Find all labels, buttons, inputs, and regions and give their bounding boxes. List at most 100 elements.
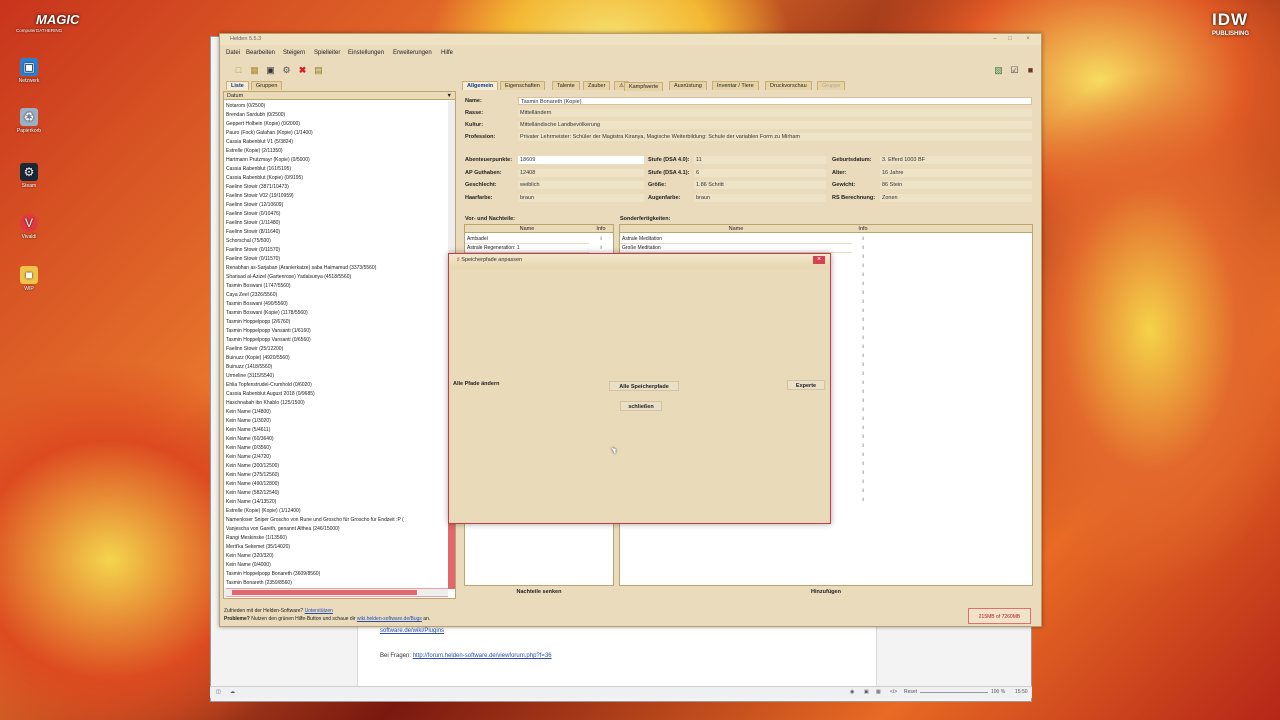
desktop-icon-network[interactable]: ▣ Netzwerk [12, 58, 46, 84]
info-icon[interactable]: i [859, 262, 867, 271]
memory-indicator[interactable]: 215MB of 7260MB [968, 608, 1031, 624]
list-header[interactable]: Datum ▼ [224, 92, 455, 100]
list-item[interactable]: Haschnabah ibn Khablo (125/1500) [226, 399, 305, 408]
list-item[interactable]: Urmeline (3115/5540) [226, 372, 274, 381]
menu-einstellungen[interactable]: Einstellungen [348, 50, 384, 56]
info-icon[interactable]: i [859, 442, 867, 451]
info-icon[interactable]: i [859, 460, 867, 469]
tab-allgemein[interactable]: Allgemein [462, 81, 499, 90]
list-item[interactable]: Tasmin Hoppelpopp Vansanti (1/6160) [226, 327, 311, 336]
list-item[interactable]: Cassia Rabenblut V1 (5/3824) [226, 138, 293, 147]
zoom-slider[interactable] [920, 692, 988, 693]
info-icon[interactable]: i [597, 235, 605, 244]
info-icon[interactable]: i [859, 253, 867, 262]
list-item[interactable]: Rangi Meskinske (1/13560) [226, 534, 287, 543]
list-item[interactable]: Faelinn Stowir (0/10476) [226, 210, 280, 219]
list-item[interactable]: Notarom (0/2500) [226, 102, 265, 111]
info-icon[interactable]: i [597, 244, 605, 253]
list-item[interactable]: Kein Name (5/4611) [226, 426, 270, 435]
menu-datei[interactable]: Datei [226, 50, 240, 56]
plugin-icon[interactable]: ▧ [993, 65, 1004, 76]
list-item[interactable]: Kein Name (375/12560) [226, 471, 279, 480]
info-icon[interactable]: i [859, 352, 867, 361]
info-icon[interactable]: i [859, 271, 867, 280]
list-item[interactable]: Brendan Sardubh (0/2500) [226, 111, 285, 120]
vn-col-name[interactable]: Name [465, 225, 589, 233]
info-icon[interactable]: i [859, 280, 867, 289]
vn-col-info[interactable]: Info [589, 225, 613, 233]
hinzufuegen-button[interactable]: Hinzufügen [619, 587, 1033, 598]
list-item[interactable]: Merit'ka Sekemet (35/14020) [226, 543, 290, 552]
schliessen-button[interactable]: schließen [620, 401, 662, 411]
info-icon[interactable]: i [859, 496, 867, 505]
list-item[interactable]: Kein Name (0/3560) [226, 444, 271, 453]
code-icon[interactable]: </> [890, 689, 897, 695]
tab-gruppe[interactable]: Gruppe [817, 81, 846, 90]
info-icon[interactable]: i [859, 289, 867, 298]
maximize-button[interactable]: □ [1005, 36, 1015, 43]
tools-icon[interactable]: ⚙ [281, 65, 292, 76]
nachteile-senken-button[interactable]: Nachteile senken [464, 587, 614, 598]
print-icon[interactable]: ▤ [313, 65, 324, 76]
list-item[interactable]: Tasmin Hoppelpopp (2/6760) [226, 318, 290, 327]
support-link[interactable]: Unterstützen [305, 608, 333, 614]
alle-speicherpfade-button[interactable]: Alle Speicherpfade [609, 381, 679, 391]
menu-erweiterungen[interactable]: Erweiterungen [393, 50, 432, 56]
list-item[interactable]: Estrelle (Kopie) (Kopie) (1/12400) [226, 507, 300, 516]
tab-ausruestung[interactable]: Ausrüstung [669, 81, 707, 90]
desktop-icon-steam[interactable]: ⚙ Steam [12, 163, 46, 189]
tab-kampfwerte[interactable]: ⚠ Kampfwerte [614, 81, 664, 91]
list-item[interactable]: Faelinn Stowir (8/11640) [226, 228, 280, 237]
experte-button[interactable]: Experte [787, 380, 825, 390]
list-item[interactable]: Namenloser Sniper Groscho von Rune und G… [226, 516, 404, 525]
reset-label[interactable]: Reset [904, 689, 917, 695]
info-icon[interactable]: i [859, 244, 867, 253]
list-hscroll-thumb[interactable] [232, 590, 417, 595]
list-item[interactable]: Estrelle (Kopie) (2/11350) [226, 147, 283, 156]
list-item[interactable]: Kein Name (320/320) [226, 552, 274, 561]
info-icon[interactable]: i [859, 235, 867, 244]
list-item[interactable]: Faelinn Stowir (0/11570) [226, 255, 280, 264]
list-item[interactable]: Faelinn Stowir (25/12200) [226, 345, 283, 354]
sort-arrow-icon[interactable]: ▼ [447, 93, 452, 99]
info-icon[interactable]: i [859, 316, 867, 325]
image-icon[interactable]: ▦ [876, 689, 881, 695]
info-icon[interactable]: i [859, 487, 867, 496]
list-item[interactable]: Tasmin Hoppelpopp Vansanti (0/6560) [226, 336, 311, 345]
list-item[interactable]: Hartmann Prutzmayr (Kopie) (0/5000) [226, 156, 310, 165]
list-item[interactable]: Cassia Rabenblut (161/5195) [226, 165, 291, 174]
list-item[interactable]: Buinuzz (1418/5560) [226, 363, 272, 372]
list-item[interactable]: Faelinn Stowir V02 (19/10959) [226, 192, 294, 201]
list-item[interactable]: Kein Name (2/4720) [226, 453, 271, 462]
list-item[interactable]: Tasmin Boswani (Kopie) (1178/5560) [226, 309, 308, 318]
info-icon[interactable]: i [859, 334, 867, 343]
list-item[interactable]: Vanjescha von Gareth, genannt Althea (24… [226, 525, 340, 534]
abenteuerpunkte-field[interactable]: 18609 [518, 156, 644, 164]
tab-druckvorschau[interactable]: Druckvorschau [765, 81, 812, 90]
info-icon[interactable]: i [859, 433, 867, 442]
info-icon[interactable]: i [859, 451, 867, 460]
list-item[interactable]: Kein Name (582/12540) [226, 489, 279, 498]
list-item[interactable]: Kein Name (14/13520) [226, 498, 276, 507]
info-icon[interactable]: i [859, 415, 867, 424]
list-item[interactable]: Faelinn Stowir (12/10609) [226, 201, 283, 210]
open-folder-icon[interactable]: ▦ [249, 65, 260, 76]
tile-icon[interactable]: ▣ [864, 689, 869, 695]
cloud-icon[interactable]: ☁ [230, 689, 235, 695]
info-icon[interactable]: i [859, 343, 867, 352]
forum-link[interactable]: http://forum.helden-software.de/viewforu… [413, 653, 552, 659]
info-icon[interactable]: i [859, 325, 867, 334]
list-item[interactable]: Faelinn Stowir (1/11480) [226, 219, 280, 228]
info-icon[interactable]: i [859, 469, 867, 478]
list-item[interactable]: Faelinn Stowir (3871/10473) [226, 183, 289, 192]
info-icon[interactable]: i [859, 406, 867, 415]
list-item[interactable]: Ehlia Topfenstrudel-Crumhold (0/6020) [226, 381, 312, 390]
info-icon[interactable]: i [859, 478, 867, 487]
name-field[interactable]: Tasmin Bonareth (Kopie) [518, 97, 1032, 105]
plugins-link[interactable]: software.de/wiki/Plugins [380, 628, 444, 634]
help-icon[interactable]: ☑ [1009, 65, 1020, 76]
info-icon[interactable]: i [859, 307, 867, 316]
list-item[interactable]: Tasmin Bonareth (2359/8560) [226, 579, 292, 588]
list-item[interactable]: Kein Name (1/4800) [226, 408, 271, 417]
table-row[interactable]: Amtsadel [465, 235, 589, 244]
